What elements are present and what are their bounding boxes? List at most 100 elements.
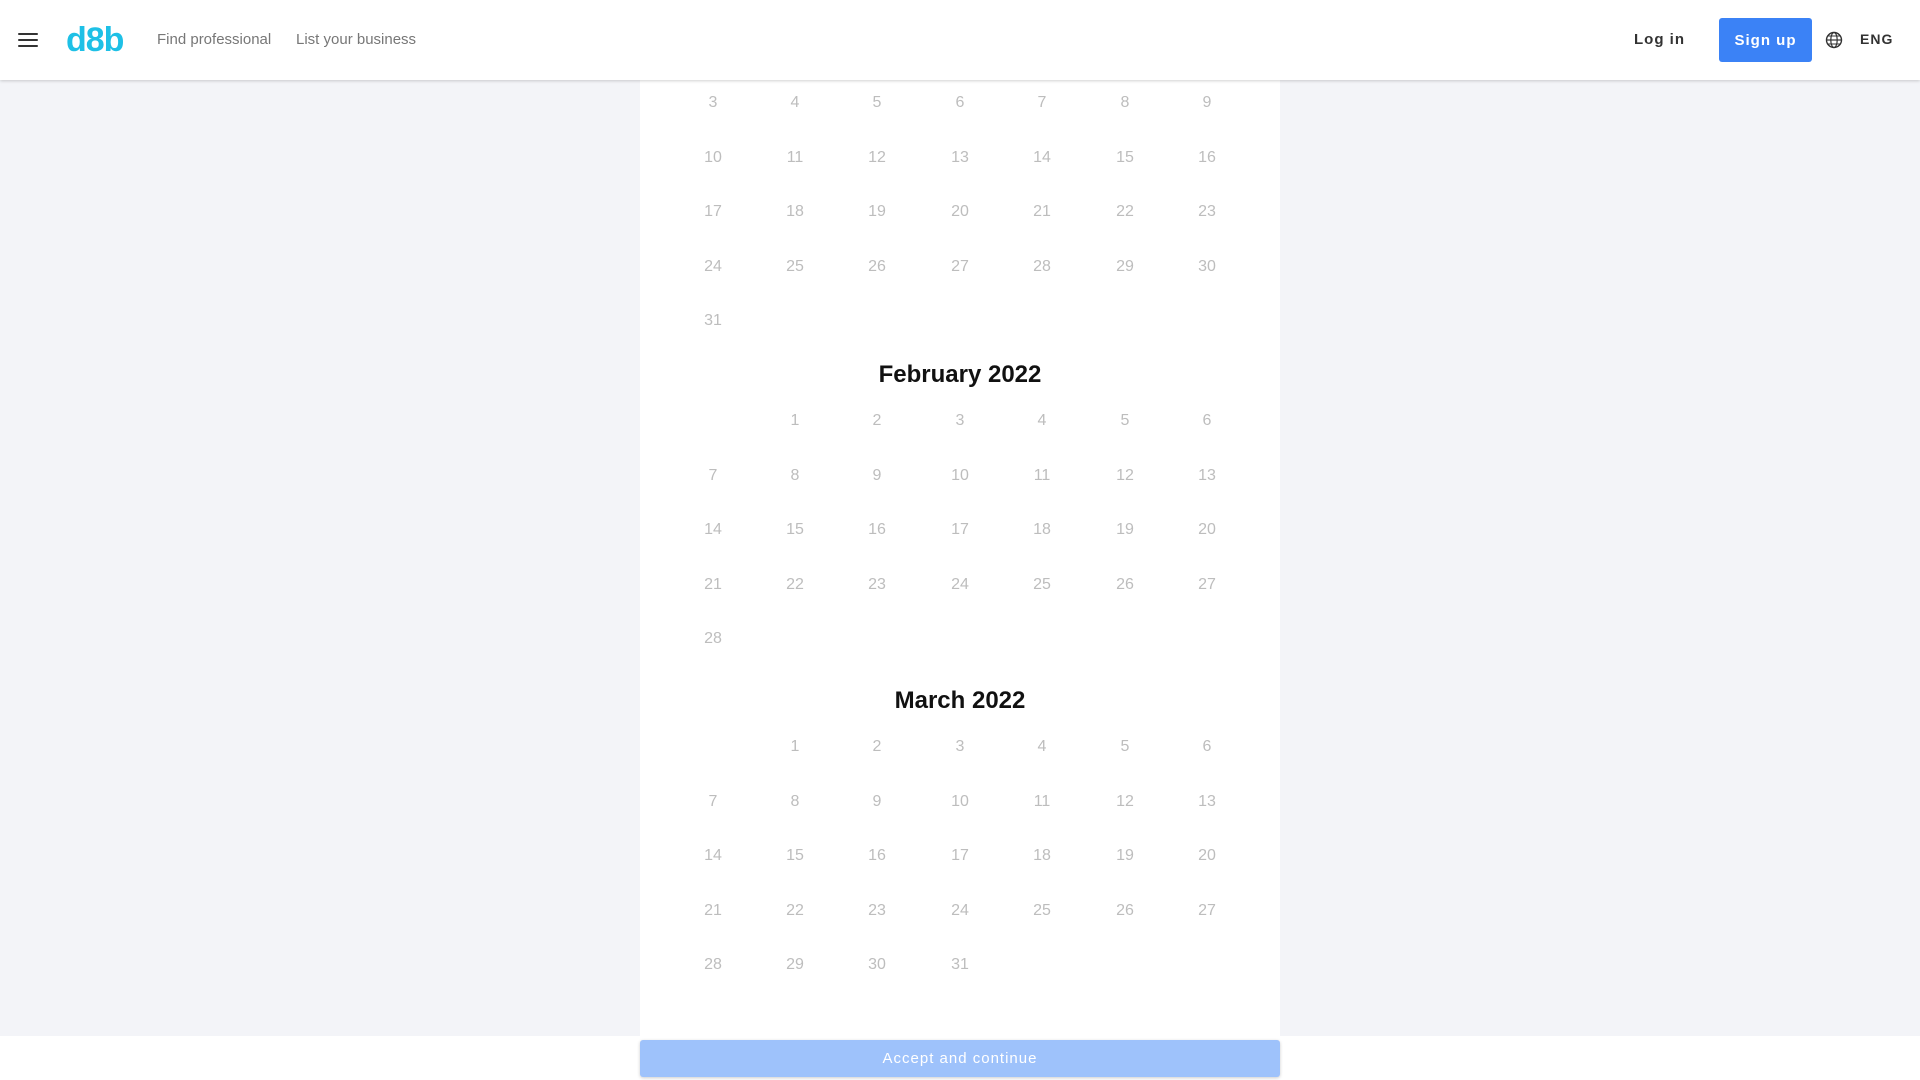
calendar-day[interactable]: 20 (1177, 847, 1237, 865)
calendar-day[interactable]: 22 (765, 902, 825, 920)
calendar-day[interactable]: 8 (765, 467, 825, 485)
language-selector[interactable]: ENG (1860, 31, 1893, 47)
calendar-day[interactable]: 11 (1012, 793, 1072, 811)
calendar-week-row: 31 (640, 298, 1280, 353)
calendar-day[interactable]: 8 (1095, 94, 1155, 112)
calendar-week-row: 24 25 26 27 28 29 30 (640, 244, 1280, 299)
calendar-day[interactable]: 11 (1012, 467, 1072, 485)
calendar-day[interactable]: 13 (1177, 467, 1237, 485)
calendar-day[interactable]: 21 (683, 576, 743, 594)
calendar-day[interactable]: 9 (847, 467, 907, 485)
calendar-day[interactable]: 4 (1012, 412, 1072, 430)
calendar-day[interactable]: 26 (847, 258, 907, 276)
calendar-day[interactable]: 22 (1095, 203, 1155, 221)
calendar-day[interactable]: 17 (930, 521, 990, 539)
calendar-day[interactable]: 16 (847, 847, 907, 865)
calendar-day[interactable]: 16 (1177, 149, 1237, 167)
calendar-day[interactable]: 15 (765, 521, 825, 539)
calendar-day[interactable]: 18 (765, 203, 825, 221)
calendar-day[interactable]: 17 (930, 847, 990, 865)
globe-icon[interactable] (1825, 31, 1843, 49)
calendar-day[interactable]: 1 (765, 412, 825, 430)
calendar-day[interactable]: 19 (1095, 847, 1155, 865)
calendar-day[interactable]: 5 (847, 94, 907, 112)
calendar-day[interactable]: 19 (1095, 521, 1155, 539)
calendar-day[interactable]: 27 (930, 258, 990, 276)
calendar-day[interactable]: 5 (1095, 412, 1155, 430)
calendar-day[interactable]: 25 (765, 258, 825, 276)
calendar-day[interactable]: 9 (847, 793, 907, 811)
calendar-day[interactable]: 4 (765, 94, 825, 112)
calendar-day[interactable]: 14 (683, 847, 743, 865)
calendar-day[interactable]: 28 (683, 956, 743, 974)
calendar-day[interactable]: 21 (683, 902, 743, 920)
calendar-day[interactable]: 7 (1012, 94, 1072, 112)
calendar-day[interactable]: 19 (847, 203, 907, 221)
calendar-day[interactable]: 13 (1177, 793, 1237, 811)
calendar-day[interactable]: 17 (683, 203, 743, 221)
calendar-week-row: 1 2 3 4 5 6 (640, 398, 1280, 453)
calendar-day[interactable]: 16 (847, 521, 907, 539)
calendar-day[interactable]: 31 (683, 312, 743, 330)
calendar-day[interactable]: 26 (1095, 902, 1155, 920)
hamburger-menu-icon[interactable] (18, 32, 38, 48)
calendar-day[interactable]: 18 (1012, 847, 1072, 865)
calendar-day[interactable]: 20 (930, 203, 990, 221)
calendar-day[interactable]: 12 (847, 149, 907, 167)
calendar-day[interactable]: 28 (683, 630, 743, 648)
calendar-day[interactable]: 24 (683, 258, 743, 276)
calendar-day[interactable]: 30 (847, 956, 907, 974)
calendar-day[interactable]: 22 (765, 576, 825, 594)
calendar-day[interactable]: 3 (930, 738, 990, 756)
calendar-day[interactable]: 11 (765, 149, 825, 167)
calendar-day[interactable]: 8 (765, 793, 825, 811)
calendar-day[interactable]: 24 (930, 902, 990, 920)
calendar-day[interactable]: 25 (1012, 902, 1072, 920)
nav-link-find-professional[interactable]: Find professional (157, 31, 271, 49)
calendar-day[interactable]: 6 (1177, 738, 1237, 756)
accept-and-continue-button[interactable]: Accept and continue (640, 1040, 1280, 1077)
calendar-day[interactable]: 29 (765, 956, 825, 974)
calendar-day[interactable]: 4 (1012, 738, 1072, 756)
calendar-day[interactable]: 7 (683, 793, 743, 811)
calendar-day[interactable]: 29 (1095, 258, 1155, 276)
calendar-day[interactable]: 10 (930, 793, 990, 811)
calendar-day[interactable]: 12 (1095, 793, 1155, 811)
calendar-day[interactable]: 6 (930, 94, 990, 112)
calendar-day[interactable]: 31 (930, 956, 990, 974)
calendar-day[interactable]: 30 (1177, 258, 1237, 276)
calendar-day[interactable]: 23 (847, 576, 907, 594)
signup-button[interactable]: Sign up (1719, 18, 1812, 62)
calendar-day[interactable]: 1 (765, 738, 825, 756)
calendar-day[interactable]: 25 (1012, 576, 1072, 594)
calendar-day[interactable]: 2 (847, 412, 907, 430)
calendar-day[interactable]: 13 (930, 149, 990, 167)
calendar-day[interactable]: 5 (1095, 738, 1155, 756)
calendar-day[interactable]: 27 (1177, 902, 1237, 920)
login-button[interactable]: Log in (1634, 30, 1685, 50)
calendar-day[interactable]: 23 (847, 902, 907, 920)
calendar-day[interactable]: 2 (847, 738, 907, 756)
calendar-day[interactable]: 23 (1177, 203, 1237, 221)
calendar-day[interactable]: 6 (1177, 412, 1237, 430)
nav-link-list-your-business[interactable]: List your business (296, 31, 416, 49)
calendar-day[interactable]: 28 (1012, 258, 1072, 276)
calendar-day[interactable]: 14 (683, 521, 743, 539)
calendar-day[interactable]: 3 (930, 412, 990, 430)
calendar-day[interactable]: 24 (930, 576, 990, 594)
calendar-day[interactable]: 15 (765, 847, 825, 865)
calendar-day[interactable]: 21 (1012, 203, 1072, 221)
calendar-day[interactable]: 10 (683, 149, 743, 167)
calendar-day[interactable]: 27 (1177, 576, 1237, 594)
calendar-day[interactable]: 14 (1012, 149, 1072, 167)
calendar-day[interactable]: 10 (930, 467, 990, 485)
calendar-day[interactable]: 12 (1095, 467, 1155, 485)
calendar-day[interactable]: 7 (683, 467, 743, 485)
calendar-day[interactable]: 18 (1012, 521, 1072, 539)
calendar-day[interactable]: 9 (1177, 94, 1237, 112)
logo[interactable]: d8b (66, 18, 124, 62)
calendar-day[interactable]: 26 (1095, 576, 1155, 594)
calendar-day[interactable]: 15 (1095, 149, 1155, 167)
calendar-day[interactable]: 20 (1177, 521, 1237, 539)
calendar-day[interactable]: 3 (683, 94, 743, 112)
